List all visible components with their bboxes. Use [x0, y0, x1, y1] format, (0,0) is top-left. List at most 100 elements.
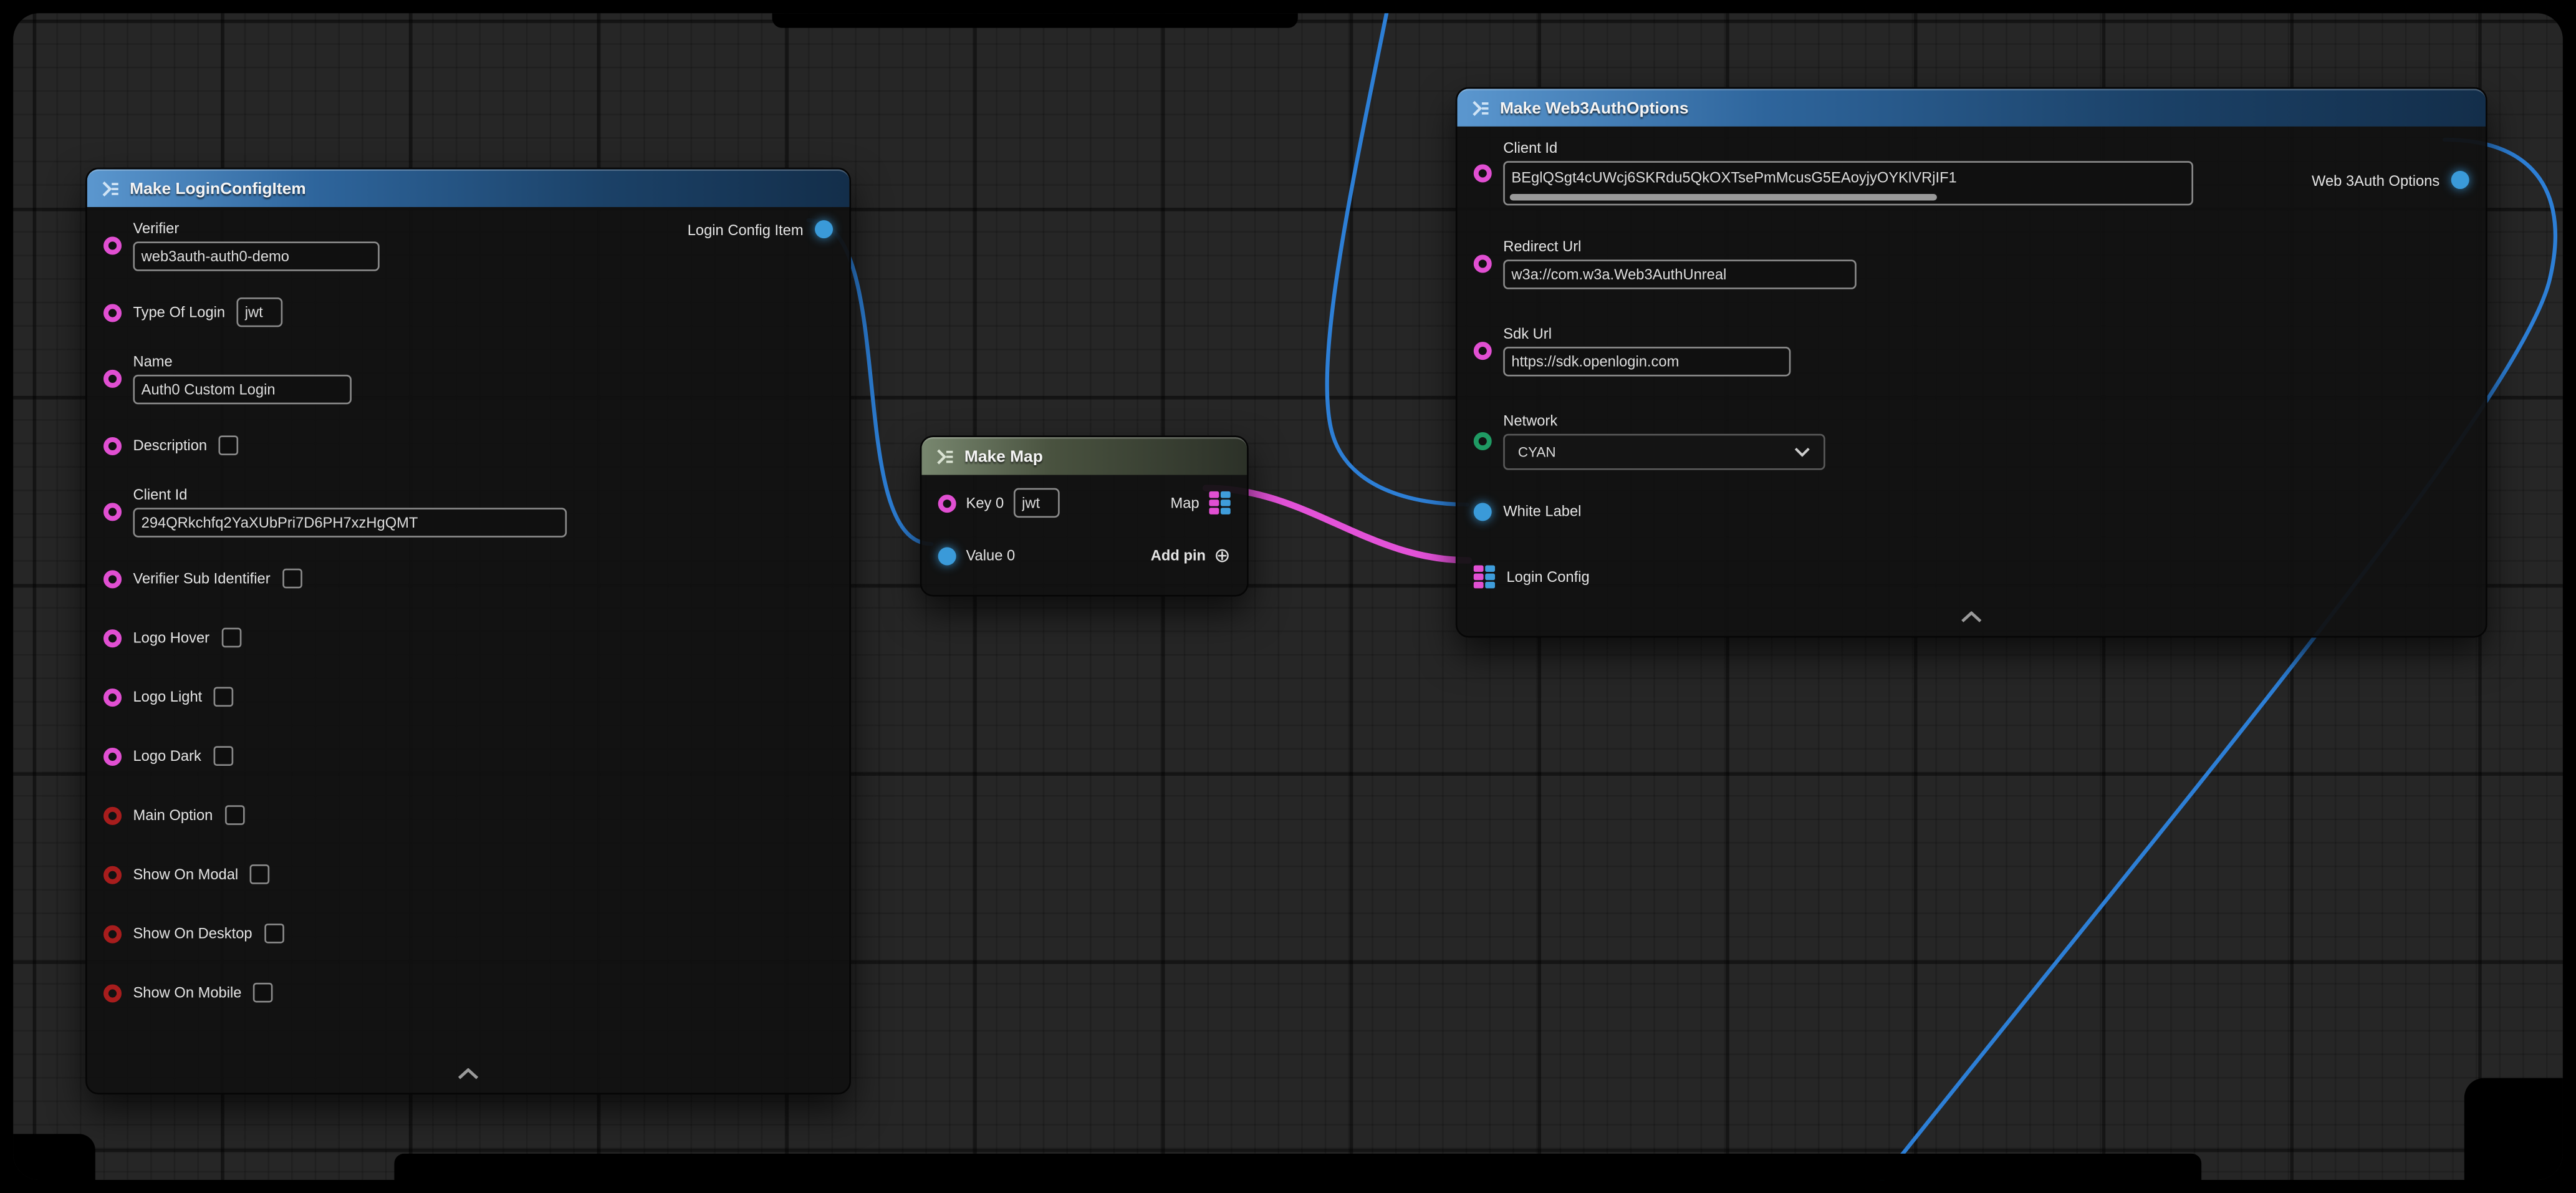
string-pin-icon[interactable] — [103, 747, 122, 765]
node-title: Make Web3AuthOptions — [1500, 99, 1689, 117]
string-pin-icon[interactable] — [103, 688, 122, 706]
enum-pin-icon[interactable] — [1474, 432, 1492, 450]
make-struct-icon — [100, 179, 120, 199]
overlay-top-window — [772, 13, 1298, 28]
output-pin-label: Login Config Item — [688, 221, 804, 237]
sdk-url-input[interactable] — [1503, 347, 1790, 376]
pin-label: Client Id — [1503, 140, 2193, 156]
key0-input[interactable] — [1014, 488, 1060, 518]
main-option-checkbox[interactable] — [224, 805, 244, 825]
logo-light-input[interactable] — [214, 687, 234, 707]
pin-label: Main Option — [133, 807, 213, 823]
client-id-input[interactable] — [133, 508, 567, 537]
description-input[interactable] — [219, 435, 239, 455]
collapse-node-button[interactable] — [458, 1058, 479, 1088]
type-of-login-input[interactable] — [237, 297, 283, 327]
verifier-input[interactable] — [133, 241, 379, 271]
make-struct-icon — [1471, 99, 1491, 118]
pin-row-client-id: Client Id — [103, 486, 833, 538]
collapse-node-button[interactable] — [1961, 601, 1982, 630]
logo-dark-input[interactable] — [213, 746, 233, 766]
pin-row-verifier-sub-identifier: Verifier Sub Identifier — [103, 561, 833, 597]
chevron-up-icon — [1961, 611, 1982, 622]
make-map-icon — [935, 447, 954, 467]
output-pin-label: Web 3Auth Options — [2312, 171, 2439, 188]
pin-row-network: Network CYAN — [1474, 412, 2469, 470]
node-header[interactable]: Make LoginConfigItem — [87, 169, 850, 207]
pin-row-main-option: Main Option — [103, 797, 833, 833]
pin-label: Verifier — [133, 220, 379, 236]
node-title: Make LoginConfigItem — [130, 180, 306, 198]
pin-row-sdk-url: Sdk Url — [1474, 326, 2469, 377]
pin-row-login-config: Login Config — [1474, 559, 2469, 595]
string-pin-icon[interactable] — [103, 503, 122, 521]
pin-label: Client Id — [133, 486, 567, 503]
pin-row-name: Name — [103, 354, 833, 405]
pin-row-logo-hover: Logo Hover — [103, 619, 833, 655]
struct-pin-icon[interactable] — [938, 546, 956, 564]
map-pin-icon[interactable] — [1474, 566, 1495, 589]
pin-label: Show On Mobile — [133, 984, 241, 1000]
pin-label: Show On Modal — [133, 866, 238, 882]
map-output-pin-icon[interactable] — [1209, 491, 1231, 514]
pin-label: Network — [1503, 412, 1825, 428]
string-pin-icon[interactable] — [103, 437, 122, 455]
string-pin-icon[interactable] — [103, 303, 122, 321]
pin-label: Verifier Sub Identifier — [133, 570, 270, 586]
add-pin-icon: ⊕ — [1214, 546, 1231, 566]
network-dropdown[interactable]: CYAN — [1503, 434, 1825, 470]
string-pin-icon[interactable] — [1474, 342, 1492, 360]
string-pin-icon[interactable] — [1474, 163, 1492, 181]
output-web3auth-options[interactable]: Web 3Auth Options — [2312, 171, 2469, 189]
node-title: Make Map — [964, 448, 1043, 466]
pin-label: Key 0 — [966, 495, 1004, 511]
pin-label: Type Of Login — [133, 304, 225, 321]
pin-row-show-on-modal: Show On Modal — [103, 856, 833, 892]
pin-row-description: Description — [103, 427, 833, 463]
bool-pin-icon[interactable] — [103, 865, 122, 883]
redirect-url-input[interactable] — [1503, 259, 1857, 289]
pin-row-logo-light: Logo Light — [103, 679, 833, 715]
pin-row-logo-dark: Logo Dark — [103, 738, 833, 774]
show-on-desktop-checkbox[interactable] — [264, 924, 284, 944]
string-pin-icon[interactable] — [103, 236, 122, 254]
struct-output-pin-icon[interactable] — [815, 220, 833, 238]
node-header[interactable]: Make Map — [921, 437, 1247, 475]
pin-row-type-of-login: Type Of Login — [103, 294, 833, 331]
pin-label: Logo Hover — [133, 629, 209, 645]
struct-pin-icon[interactable] — [1474, 502, 1492, 520]
network-selected-value: CYAN — [1518, 444, 1556, 460]
output-login-config-item[interactable]: Login Config Item — [688, 220, 833, 238]
bool-pin-icon[interactable] — [103, 924, 122, 942]
verifier-sub-identifier-input[interactable] — [282, 569, 302, 589]
string-pin-icon[interactable] — [938, 494, 956, 512]
string-pin-icon[interactable] — [103, 370, 122, 388]
add-pin-button[interactable]: Add pin ⊕ — [1151, 546, 1231, 566]
wire-white-label[interactable] — [1327, 13, 1468, 505]
graph-canvas[interactable]: Make LoginConfigItem Login Config Item V… — [13, 13, 2563, 1180]
string-pin-icon[interactable] — [103, 569, 122, 587]
pin-label: Sdk Url — [1503, 326, 1790, 342]
string-pin-icon[interactable] — [1474, 254, 1492, 273]
add-pin-label: Add pin — [1151, 548, 1206, 564]
bool-pin-icon[interactable] — [103, 806, 122, 824]
struct-output-pin-icon[interactable] — [2451, 171, 2469, 189]
name-input[interactable] — [133, 375, 351, 404]
node-make-web3authoptions[interactable]: Make Web3AuthOptions Web 3Auth Options C… — [1456, 87, 2487, 638]
logo-hover-input[interactable] — [221, 628, 241, 648]
bool-pin-icon[interactable] — [103, 983, 122, 1002]
pin-row-show-on-desktop: Show On Desktop — [103, 915, 833, 952]
pin-label: Show On Desktop — [133, 925, 252, 942]
node-header[interactable]: Make Web3AuthOptions — [1457, 89, 2486, 127]
show-on-mobile-checkbox[interactable] — [253, 983, 273, 1003]
overlay-bottom-left — [13, 1134, 95, 1180]
show-on-modal-checkbox[interactable] — [250, 864, 270, 884]
pin-label: Logo Dark — [133, 748, 201, 764]
pin-label: Login Config — [1506, 569, 1589, 585]
pin-label: Logo Light — [133, 688, 202, 705]
node-make-map[interactable]: Make Map Key 0 Map — [920, 435, 1249, 596]
pin-row-show-on-mobile: Show On Mobile — [103, 975, 833, 1011]
input-scrollbar[interactable] — [1510, 194, 1938, 201]
string-pin-icon[interactable] — [103, 629, 122, 647]
node-make-loginconfigitem[interactable]: Make LoginConfigItem Login Config Item V… — [85, 168, 851, 1094]
